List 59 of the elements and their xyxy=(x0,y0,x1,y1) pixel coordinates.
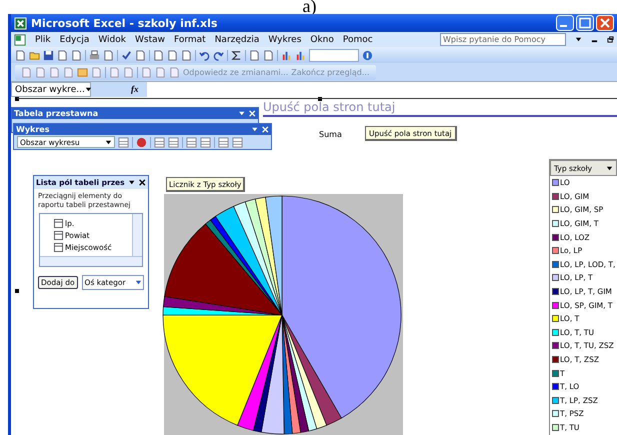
dropdown-close-icon[interactable] xyxy=(128,179,146,186)
grid-icon[interactable] xyxy=(200,136,211,148)
dropdown-icon[interactable] xyxy=(84,86,92,93)
doc-icon[interactable] xyxy=(71,50,82,60)
grid-icon[interactable] xyxy=(232,136,243,148)
field-icon xyxy=(54,218,63,228)
vertical-scrollbar[interactable] xyxy=(132,214,142,257)
menu-item[interactable]: Pomoc xyxy=(342,34,373,44)
menu-item[interactable]: Widok xyxy=(98,34,126,44)
pie-icon[interactable] xyxy=(136,136,147,148)
doc-icon[interactable] xyxy=(263,50,274,60)
sheet-icon[interactable] xyxy=(14,34,26,46)
zoom-field[interactable] xyxy=(309,48,359,62)
menu-item[interactable]: Narzędzia xyxy=(214,34,260,44)
doc-icon[interactable] xyxy=(103,50,114,60)
grid-icon[interactable] xyxy=(154,136,165,148)
excel-icon xyxy=(14,16,27,30)
maximize-button[interactable] xyxy=(576,15,594,31)
doc-icon[interactable] xyxy=(167,50,178,60)
data-field-label: Suma xyxy=(319,130,342,139)
name-box[interactable]: Obszar wykre... xyxy=(11,82,91,97)
dropdown-icon[interactable] xyxy=(606,164,613,172)
dropdown-icon[interactable] xyxy=(105,138,112,146)
menu-item[interactable]: Wykres xyxy=(268,34,302,44)
doc-icon[interactable] xyxy=(181,50,192,60)
grid-icon[interactable] xyxy=(186,136,197,148)
help-icon[interactable] xyxy=(362,50,373,60)
menu-item[interactable]: Wstaw xyxy=(134,34,165,44)
toolbar-title: Wykres xyxy=(16,125,50,134)
doc-icon[interactable] xyxy=(153,50,164,60)
grid-icon[interactable] xyxy=(168,136,179,148)
redo-icon[interactable] xyxy=(213,50,224,60)
doc-icon[interactable] xyxy=(15,50,26,60)
undo-icon[interactable] xyxy=(199,50,210,60)
menu-item[interactable]: Okno xyxy=(310,34,334,44)
doc-icon[interactable] xyxy=(57,50,68,60)
grid-icon[interactable] xyxy=(118,136,129,148)
help-search-field[interactable]: Wpisz pytanie do Pomocy xyxy=(440,33,566,46)
close-button[interactable] xyxy=(596,15,614,31)
menu-item[interactable]: Edycja xyxy=(60,34,90,44)
dropdown-icon[interactable] xyxy=(575,36,582,43)
menu-item[interactable]: Format xyxy=(174,34,206,44)
doc-icon[interactable] xyxy=(249,50,260,60)
printer-icon[interactable] xyxy=(89,50,100,60)
field-icon xyxy=(54,242,63,252)
sigma-icon[interactable] xyxy=(231,50,242,60)
toolbar-title: Tabela przestawna xyxy=(14,109,98,118)
horizontal-scrollbar[interactable] xyxy=(40,256,142,266)
grid-icon[interactable] xyxy=(218,136,229,148)
function-label[interactable]: fx xyxy=(91,82,146,97)
restore-icon[interactable] xyxy=(607,36,614,43)
window-title: Microsoft Excel - szkoly inf.xls xyxy=(31,16,218,30)
doc-icon[interactable] xyxy=(135,50,146,60)
menu-item[interactable]: Plik xyxy=(35,34,51,44)
field-icon xyxy=(54,230,63,240)
dropdown-icon[interactable] xyxy=(135,279,142,286)
check-icon[interactable] xyxy=(121,50,132,60)
folder-icon[interactable] xyxy=(29,50,40,60)
minimize-button[interactable] xyxy=(556,15,574,31)
